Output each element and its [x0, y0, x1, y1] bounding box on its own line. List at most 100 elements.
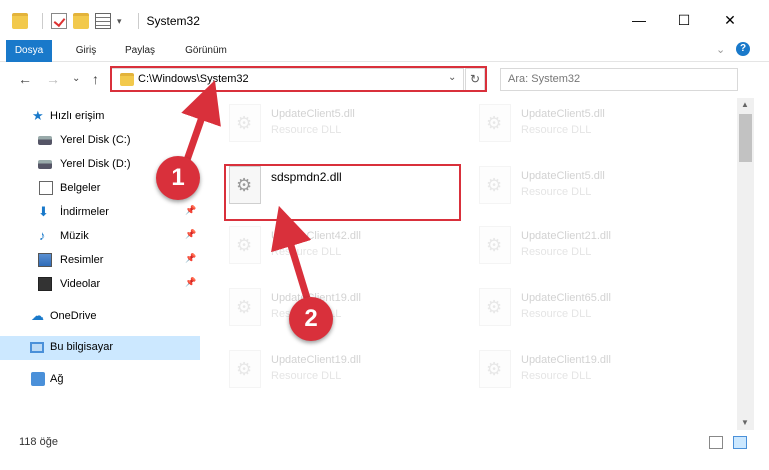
sidebar-item-label: Videolar — [60, 278, 101, 290]
dll-file-icon — [229, 350, 261, 388]
separator — [137, 13, 139, 29]
file-item[interactable]: UpdateClient65.dll Resource DLL — [475, 282, 715, 332]
dll-file-icon — [479, 288, 511, 326]
help-icon[interactable]: ? — [736, 42, 750, 56]
file-item[interactable]: UpdateClient21.dll Resource DLL — [475, 220, 715, 270]
expand-ribbon-icon[interactable]: ⌄ — [716, 43, 725, 56]
file-item[interactable]: UpdateClient19.dll Resource DLL — [225, 282, 465, 332]
file-item[interactable]: UpdateClient5.dll Resource DLL — [225, 98, 465, 148]
properties-icon[interactable] — [95, 13, 111, 29]
quick-access-toolbar: ▾ System32 — [12, 11, 200, 31]
file-name: UpdateClient5.dll — [271, 108, 355, 120]
tab-dosya[interactable]: Dosya — [6, 40, 52, 62]
pictures-icon — [38, 253, 52, 267]
sidebar-item-local-disk-c[interactable]: Yerel Disk (C:) — [0, 129, 200, 153]
sidebar-item-label: Hızlı erişim — [50, 110, 105, 122]
dll-file-icon — [479, 104, 511, 142]
sidebar-item-videos[interactable]: Videolar 📌 — [0, 273, 200, 297]
sidebar-item-pictures[interactable]: Resimler 📌 — [0, 249, 200, 273]
customize-dropdown-icon[interactable]: ▾ — [117, 16, 122, 27]
sidebar-item-label: Ağ — [50, 373, 64, 385]
ribbon-tabs: Dosya Giriş Paylaş Görünüm ⌄ — [0, 40, 769, 62]
file-name: UpdateClient19.dll — [521, 354, 611, 366]
file-name: UpdateClient5.dll — [521, 108, 605, 120]
folder-icon[interactable] — [12, 13, 28, 29]
recent-locations-button[interactable]: ⌄ — [72, 73, 80, 84]
minimize-button[interactable]: — — [627, 8, 651, 32]
address-highlight-box — [110, 66, 487, 92]
disk-icon — [38, 160, 52, 169]
file-name: UpdateClient42.dll — [271, 230, 361, 242]
pin-icon[interactable]: 📌 — [185, 277, 196, 288]
disk-icon — [38, 136, 52, 145]
step-marker-2: 2 — [289, 297, 333, 341]
videos-icon — [38, 277, 52, 291]
dll-file-icon — [229, 288, 261, 326]
sidebar-item-music[interactable]: ♪ Müzik 📌 — [0, 225, 200, 249]
status-bar: 118 öğe — [0, 430, 769, 470]
file-description: Resource DLL — [271, 370, 342, 382]
dll-file-icon — [229, 104, 261, 142]
sidebar-item-network[interactable]: Ağ — [0, 368, 200, 392]
network-icon — [31, 372, 45, 386]
title-bar: ▾ System32 — ☐ ✕ — [0, 0, 769, 40]
sidebar-item-label: İndirmeler — [60, 206, 109, 218]
dll-file-icon — [479, 226, 511, 264]
downloads-icon: ⬇ — [38, 204, 49, 219]
sidebar-item-label: Resimler — [60, 254, 104, 266]
dll-file-icon — [479, 350, 511, 388]
large-icons-view-icon[interactable] — [733, 436, 747, 449]
dll-file-icon — [479, 166, 511, 204]
file-name: UpdateClient21.dll — [521, 230, 611, 242]
file-name: UpdateClient5.dll — [521, 170, 605, 182]
properties-check-icon[interactable] — [51, 13, 67, 29]
file-description: Resource DLL — [521, 308, 592, 320]
sidebar-item-label: Belgeler — [60, 182, 101, 194]
vertical-scrollbar[interactable]: ▲ ▼ — [737, 98, 754, 430]
star-icon: ★ — [32, 108, 44, 123]
sidebar-item-onedrive[interactable]: ☁ OneDrive — [0, 305, 200, 329]
forward-button[interactable]: → — [46, 71, 60, 87]
documents-icon — [39, 181, 53, 195]
step-marker-1: 1 — [156, 156, 200, 200]
search-input[interactable]: Ara: System32 — [500, 68, 738, 91]
file-description: Resource DLL — [271, 124, 342, 136]
window-title: System32 — [146, 14, 200, 28]
dll-file-icon — [229, 226, 261, 264]
file-item[interactable]: UpdateClient19.dll Resource DLL — [475, 344, 715, 394]
file-item[interactable]: UpdateClient5.dll Resource DLL — [475, 98, 715, 148]
tab-gorunum[interactable]: Görünüm — [176, 40, 236, 62]
scroll-thumb[interactable] — [739, 114, 752, 162]
pin-icon[interactable]: 📌 — [185, 205, 196, 216]
sidebar-item-this-pc[interactable]: Bu bilgisayar — [0, 336, 200, 360]
scroll-up-icon[interactable]: ▲ — [741, 100, 749, 109]
navigation-pane: ★ Hızlı erişim Yerel Disk (C:) Yerel Dis… — [0, 98, 203, 430]
file-item[interactable]: UpdateClient42.dll Resource DLL — [225, 220, 465, 270]
file-item[interactable]: UpdateClient19.dll Resource DLL — [225, 344, 465, 394]
pin-icon[interactable]: 📌 — [185, 229, 196, 240]
details-view-icon[interactable] — [709, 436, 723, 449]
scroll-down-icon[interactable]: ▼ — [741, 418, 749, 427]
maximize-button[interactable]: ☐ — [672, 8, 696, 32]
tab-giris[interactable]: Giriş — [66, 40, 106, 62]
sidebar-item-quick-access[interactable]: ★ Hızlı erişim — [0, 105, 200, 129]
file-highlight-box — [224, 164, 461, 221]
sidebar-item-downloads[interactable]: ⬇ İndirmeler 📌 — [0, 201, 200, 225]
up-button[interactable]: ↑ — [92, 71, 99, 87]
new-folder-icon[interactable] — [73, 13, 89, 29]
onedrive-icon: ☁ — [31, 308, 44, 323]
sidebar-item-label: Bu bilgisayar — [50, 341, 113, 353]
file-description: Resource DLL — [521, 246, 592, 258]
back-button[interactable]: ← — [18, 71, 32, 87]
file-description: Resource DLL — [271, 246, 342, 258]
file-description: Resource DLL — [521, 124, 592, 136]
file-name: UpdateClient65.dll — [521, 292, 611, 304]
sidebar-item-label: Yerel Disk (D:) — [60, 158, 131, 170]
close-button[interactable]: ✕ — [718, 8, 742, 32]
search-placeholder: Ara: System32 — [508, 73, 581, 85]
tab-paylas[interactable]: Paylaş — [118, 40, 162, 62]
sidebar-item-label: Müzik — [60, 230, 89, 242]
pin-icon[interactable]: 📌 — [185, 253, 196, 264]
file-item[interactable]: UpdateClient5.dll Resource DLL — [475, 160, 715, 210]
separator — [42, 13, 43, 29]
